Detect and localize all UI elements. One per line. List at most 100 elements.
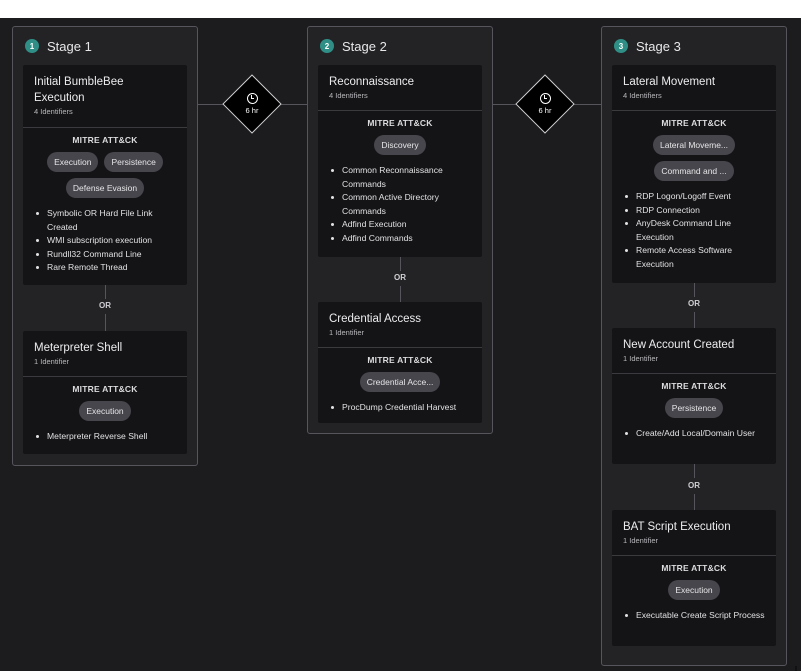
card-identifier-count: 4 Identifiers: [34, 107, 73, 116]
tactic-tag[interactable]: Lateral Moveme...: [652, 135, 736, 155]
card-title: New Account Created: [623, 339, 735, 351]
connector-line: [694, 283, 695, 297]
stage-header: 3 Stage 3: [602, 27, 786, 65]
mitre-heading: MITRE ATT&CK: [661, 563, 727, 573]
or-label: OR: [688, 481, 700, 490]
stage-card[interactable]: Meterpreter Shell 1 Identifier MITRE ATT…: [23, 331, 187, 454]
or-label: OR: [394, 273, 406, 282]
stage-number-badge: 2: [320, 39, 334, 53]
or-label: OR: [688, 299, 700, 308]
identifier-item: Rundll32 Command Line: [36, 248, 177, 262]
stage-panel-1: 1 Stage 1 Initial BumbleBee Execution 4 …: [12, 26, 198, 466]
tactic-tag[interactable]: Persistence: [664, 398, 724, 418]
stage-card[interactable]: Lateral Movement 4 Identifiers MITRE ATT…: [612, 65, 776, 283]
identifier-list: Common Reconnaissance Commands Common Ac…: [318, 155, 482, 245]
stage-title: Stage 3: [636, 38, 681, 54]
tactic-tag[interactable]: Execution: [79, 401, 131, 421]
card-title: Credential Access: [329, 313, 422, 325]
identifier-item: RDP Connection: [625, 204, 766, 218]
stage-card[interactable]: Reconnaissance 4 Identifiers MITRE ATT&C…: [318, 65, 482, 257]
mitre-heading: MITRE ATT&CK: [72, 135, 138, 145]
card-identifier-count: 1 Identifier: [623, 354, 659, 363]
time-gap-text: 6 hr: [538, 106, 552, 115]
clock-icon: [246, 93, 258, 104]
stage-title: Stage 1: [47, 38, 92, 54]
mitre-heading: MITRE ATT&CK: [367, 355, 433, 365]
connector-line: [105, 314, 106, 331]
identifier-list: Meterpreter Reverse Shell: [23, 421, 187, 444]
connector-line: [105, 285, 106, 299]
identifier-item: Remote Access Software Execution: [625, 244, 766, 271]
identifier-list: ProcDump Credential Harvest: [318, 392, 482, 415]
identifier-item: Common Active Directory Commands: [331, 191, 472, 218]
tactic-tags: Execution: [612, 580, 776, 600]
mitre-heading: MITRE ATT&CK: [367, 118, 433, 128]
tactic-tag[interactable]: Discovery: [374, 135, 426, 155]
identifier-list: Create/Add Local/Domain User: [612, 418, 776, 441]
tactic-tag[interactable]: Persistence: [104, 152, 163, 172]
stage-number-badge: 1: [25, 39, 39, 53]
card-title: Reconnaissance: [329, 76, 415, 88]
card-identifier-count: 1 Identifier: [34, 357, 70, 366]
card-title: Initial BumbleBee Execution: [34, 76, 124, 104]
identifier-item: Executable Create Script Process: [625, 609, 766, 623]
connector-line: [400, 257, 401, 271]
identifier-item: Rare Remote Thread: [36, 261, 177, 275]
clock-icon: [539, 93, 551, 104]
identifier-item: AnyDesk Command Line Execution: [625, 217, 766, 244]
identifier-item: Meterpreter Reverse Shell: [36, 430, 177, 444]
tactic-tags: Discovery: [318, 135, 482, 155]
connector-line: [400, 286, 401, 302]
connector-line: [694, 312, 695, 328]
card-title: Lateral Movement: [623, 76, 716, 88]
identifier-list: Executable Create Script Process: [612, 600, 776, 623]
tactic-tag[interactable]: Command and ...: [654, 161, 734, 181]
stage-number-badge: 3: [614, 39, 628, 53]
identifier-item: ProcDump Credential Harvest: [331, 401, 478, 415]
card-identifier-count: 1 Identifier: [329, 328, 365, 337]
stage-header: 2 Stage 2: [308, 27, 492, 65]
tactic-tag[interactable]: Credential Acce...: [359, 372, 441, 392]
identifier-item: WMI subscription execution: [36, 234, 177, 248]
identifier-item: Symbolic OR Hard File Link Created: [36, 207, 177, 234]
stage-panel-2: 2 Stage 2 Reconnaissance 4 Identifiers M…: [307, 26, 493, 434]
stage-card[interactable]: New Account Created 1 Identifier MITRE A…: [612, 328, 776, 464]
time-gap-text: 6 hr: [245, 106, 259, 115]
identifier-list: RDP Logon/Logoff Event RDP Connection An…: [612, 181, 776, 271]
or-label: OR: [99, 301, 111, 310]
mitre-heading: MITRE ATT&CK: [661, 118, 727, 128]
card-identifier-count: 4 Identifiers: [329, 91, 368, 100]
card-identifier-count: 4 Identifiers: [623, 91, 662, 100]
tactic-tags: Credential Acce...: [318, 372, 482, 392]
stage-card[interactable]: BAT Script Execution 1 Identifier MITRE …: [612, 510, 776, 646]
tactic-tag[interactable]: Execution: [47, 152, 99, 172]
stage-title: Stage 2: [342, 38, 387, 54]
mitre-heading: MITRE ATT&CK: [661, 381, 727, 391]
connector-line: [694, 494, 695, 510]
stage-card[interactable]: Initial BumbleBee Execution 4 Identifier…: [23, 65, 187, 285]
tactic-tags: Execution: [23, 401, 187, 421]
card-title: BAT Script Execution: [623, 521, 731, 533]
identifier-item: Create/Add Local/Domain User: [625, 427, 766, 441]
window-edge: [795, 666, 797, 671]
mitre-heading: MITRE ATT&CK: [72, 384, 138, 394]
identifier-item: Adfind Execution: [331, 218, 472, 232]
identifier-item: RDP Logon/Logoff Event: [625, 190, 766, 204]
stage-header: 1 Stage 1: [13, 27, 197, 65]
identifier-item: Adfind Commands: [331, 232, 472, 246]
workflow-canvas: 1 Stage 1 Initial BumbleBee Execution 4 …: [0, 18, 801, 671]
tactic-tags: Execution Persistence Defense Evasion: [23, 152, 187, 198]
time-gap-label: 6 hr: [222, 74, 282, 134]
card-identifier-count: 1 Identifier: [623, 536, 659, 545]
card-title: Meterpreter Shell: [34, 342, 123, 354]
connector-line: [694, 464, 695, 478]
time-gap-label: 6 hr: [515, 74, 575, 134]
tactic-tags: Persistence: [612, 398, 776, 418]
identifier-list: Symbolic OR Hard File Link Created WMI s…: [23, 198, 187, 275]
tactic-tag[interactable]: Execution: [668, 580, 720, 600]
stage-panel-3: 3 Stage 3 Lateral Movement 4 Identifiers…: [601, 26, 787, 666]
stage-card[interactable]: Credential Access 1 Identifier MITRE ATT…: [318, 302, 482, 423]
tactic-tags: Lateral Moveme... Command and ...: [612, 135, 776, 181]
identifier-item: Common Reconnaissance Commands: [331, 164, 472, 191]
tactic-tag[interactable]: Defense Evasion: [65, 178, 145, 198]
